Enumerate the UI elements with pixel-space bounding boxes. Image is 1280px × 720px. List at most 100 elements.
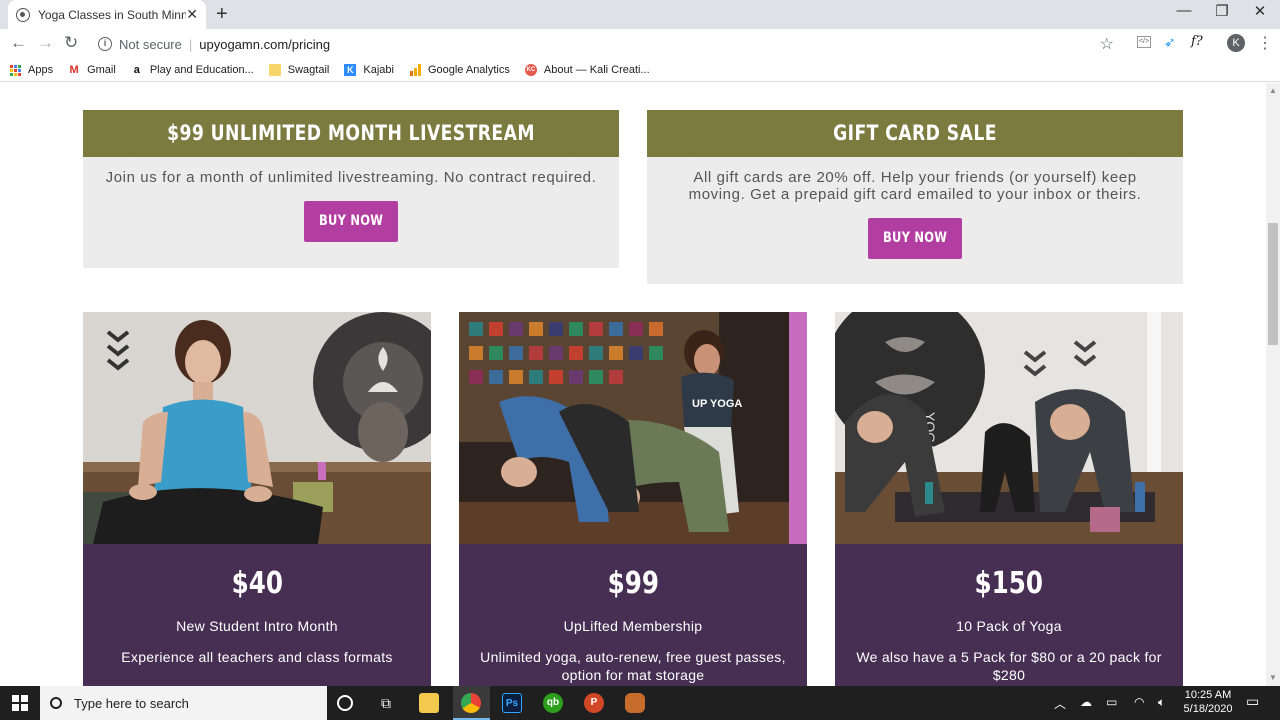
chrome-icon[interactable] bbox=[461, 693, 481, 713]
bookmarks-bar: Apps M Gmail a Play and Education... Swa… bbox=[0, 59, 1280, 82]
folder-icon bbox=[268, 64, 281, 76]
bookmark-apps[interactable]: Apps bbox=[10, 64, 53, 76]
button-label: BUY NOW bbox=[882, 230, 948, 246]
search-icon bbox=[50, 697, 62, 709]
start-icon[interactable] bbox=[12, 695, 28, 711]
volume-icon[interactable]: 🔈︎ bbox=[1158, 695, 1165, 710]
info-icon[interactable]: i bbox=[98, 37, 112, 51]
page-viewport: $99 UNLIMITED MONTH LIVESTREAM Join us f… bbox=[0, 83, 1266, 686]
kajabi-icon: K bbox=[344, 64, 357, 76]
clock-time: 10:25 AM bbox=[1184, 689, 1232, 701]
back-icon[interactable]: ← bbox=[10, 33, 27, 53]
quickbooks-icon[interactable]: qb bbox=[543, 693, 563, 713]
task-view-icon[interactable]: ⧉ bbox=[376, 693, 396, 713]
class-assist-photo: UP YOGA bbox=[459, 312, 807, 544]
plan-description: We also have a 5 Pack for $80 or a 20 pa… bbox=[856, 649, 1162, 683]
plan-price: $150 bbox=[974, 566, 1044, 601]
close-window-icon[interactable]: ✕ bbox=[1250, 2, 1270, 20]
bookmark-label: Apps bbox=[28, 64, 54, 76]
plan-name: UpLifted Membership bbox=[563, 618, 703, 634]
pricing-card-intro[interactable]: $40 New Student Intro Month Experience a… bbox=[83, 312, 431, 686]
plan-description: Unlimited yoga, auto-renew, free guest p… bbox=[480, 649, 786, 683]
search-placeholder: Type here to search bbox=[74, 695, 189, 711]
powerpoint-icon[interactable]: P bbox=[584, 693, 604, 713]
analytics-icon bbox=[409, 64, 421, 76]
show-hidden-icons[interactable]: ︿ bbox=[1054, 695, 1066, 712]
bookmark-label: Kajabi bbox=[363, 64, 394, 76]
amazon-icon: a bbox=[133, 64, 140, 76]
photo-shirt-text: UP YOGA bbox=[692, 398, 742, 410]
promo-text: Join us for a month of unlimited livestr… bbox=[105, 169, 597, 186]
bookmark-play-education[interactable]: a Play and Education... bbox=[131, 64, 254, 76]
new-tab-button[interactable]: + bbox=[216, 3, 228, 26]
scroll-down-icon[interactable]: ▼ bbox=[1269, 673, 1277, 682]
scroll-up-icon[interactable]: ▲ bbox=[1269, 86, 1277, 95]
system-clock[interactable]: 10:25 AM 5/18/2020 bbox=[1180, 688, 1236, 716]
card-body: $40 New Student Intro Month Experience a… bbox=[83, 544, 431, 686]
gift-card-promo: GIFT CARD SALE All gift cards are 20% of… bbox=[647, 110, 1183, 284]
close-tab-icon[interactable]: ✕ bbox=[186, 6, 198, 23]
bookmark-google-analytics[interactable]: Google Analytics bbox=[409, 64, 510, 76]
address-bar[interactable]: i Not secure | upyogamn.com/pricing ☆ bbox=[90, 31, 1128, 57]
kali-icon: KC bbox=[524, 64, 537, 76]
divider: | bbox=[188, 36, 193, 52]
clock-date: 5/18/2020 bbox=[1183, 703, 1233, 715]
file-explorer-icon[interactable] bbox=[419, 693, 439, 713]
notifications-icon[interactable]: ▭ bbox=[1246, 693, 1259, 710]
buy-now-gift-card-button[interactable]: BUY NOW bbox=[868, 218, 962, 259]
plan-name: New Student Intro Month bbox=[176, 618, 338, 634]
pricing-card-membership[interactable]: UP YOGA $99 UpLifted Membership Unlimite… bbox=[459, 312, 807, 686]
livestream-promo: $99 UNLIMITED MONTH LIVESTREAM Join us f… bbox=[83, 110, 619, 268]
buy-now-livestream-button[interactable]: BUY NOW bbox=[304, 201, 398, 242]
profile-avatar[interactable]: K bbox=[1227, 34, 1245, 52]
pricing-card-ten-pack[interactable]: YOGA $150 10 Pack of Yoga We also have a… bbox=[835, 312, 1183, 686]
reload-icon[interactable]: ↻ bbox=[64, 33, 78, 53]
minimize-icon[interactable]: — bbox=[1174, 2, 1194, 19]
bookmark-label: About — Kali Creati... bbox=[543, 64, 650, 76]
tab-strip: Yoga Classes in South Minneapolis ✕ + — … bbox=[0, 0, 1280, 29]
wifi-icon[interactable]: ◠ bbox=[1134, 695, 1144, 709]
maximize-icon[interactable]: ❐ bbox=[1212, 2, 1232, 20]
battery-icon[interactable]: ▭ bbox=[1106, 695, 1117, 709]
meditation-photo bbox=[83, 312, 431, 544]
onedrive-icon[interactable]: ☁ bbox=[1080, 695, 1092, 709]
scroll-thumb[interactable] bbox=[1268, 223, 1278, 345]
promo-header: $99 UNLIMITED MONTH LIVESTREAM bbox=[83, 110, 619, 157]
plan-name: 10 Pack of Yoga bbox=[956, 618, 1062, 634]
taskbar-search-input[interactable]: Type here to search bbox=[40, 686, 327, 720]
promo-title: $99 UNLIMITED MONTH LIVESTREAM bbox=[131, 110, 571, 157]
plan-price: $40 bbox=[231, 566, 283, 601]
bookmark-kali[interactable]: KC About — Kali Creati... bbox=[524, 64, 650, 76]
bookmark-label: Swagtail bbox=[287, 64, 330, 76]
card-body: $150 10 Pack of Yoga We also have a 5 Pa… bbox=[835, 544, 1183, 686]
tab-title: Yoga Classes in South Minneapolis bbox=[38, 7, 187, 22]
bookmark-label: Play and Education... bbox=[149, 64, 254, 76]
promo-text: All gift cards are 20% off. Help your fr… bbox=[688, 169, 1142, 203]
promo-title: GIFT CARD SALE bbox=[695, 110, 1135, 157]
bookmark-label: Google Analytics bbox=[427, 64, 510, 76]
bookmark-label: Gmail bbox=[87, 64, 116, 76]
browser-tab[interactable]: Yoga Classes in South Minneapolis ✕ bbox=[8, 0, 206, 29]
bookmark-swagtail[interactable]: Swagtail bbox=[268, 64, 330, 76]
menu-icon[interactable]: ⋮ bbox=[1257, 33, 1273, 53]
bird-extension-icon[interactable]: ➶ bbox=[1164, 34, 1176, 51]
plan-price: $99 bbox=[607, 566, 659, 601]
photoshop-icon[interactable]: Ps bbox=[502, 693, 522, 713]
button-label: BUY NOW bbox=[318, 213, 384, 229]
font-extension-icon[interactable]: f? bbox=[1191, 34, 1203, 49]
promo-header: GIFT CARD SALE bbox=[647, 110, 1183, 157]
cortana-icon[interactable] bbox=[337, 695, 353, 711]
plan-description: Experience all teachers and class format… bbox=[121, 649, 393, 665]
bookmark-kajabi[interactable]: K Kajabi bbox=[344, 64, 394, 76]
app-icon[interactable] bbox=[625, 693, 645, 713]
code-extension-icon[interactable]: </> bbox=[1137, 36, 1151, 48]
browser-toolbar: ← → ↻ i Not secure | upyogamn.com/pricin… bbox=[0, 29, 1280, 59]
gmail-icon: M bbox=[69, 64, 79, 76]
site-favicon-icon bbox=[16, 7, 30, 22]
bookmark-star-icon[interactable]: ☆ bbox=[1100, 34, 1114, 54]
bookmark-gmail[interactable]: M Gmail bbox=[68, 64, 116, 76]
forward-icon[interactable]: → bbox=[37, 33, 54, 53]
page-scrollbar[interactable]: ▲ ▼ bbox=[1266, 83, 1280, 686]
group-pose-photo: YOGA bbox=[835, 312, 1183, 544]
apps-grid-icon bbox=[10, 64, 21, 76]
